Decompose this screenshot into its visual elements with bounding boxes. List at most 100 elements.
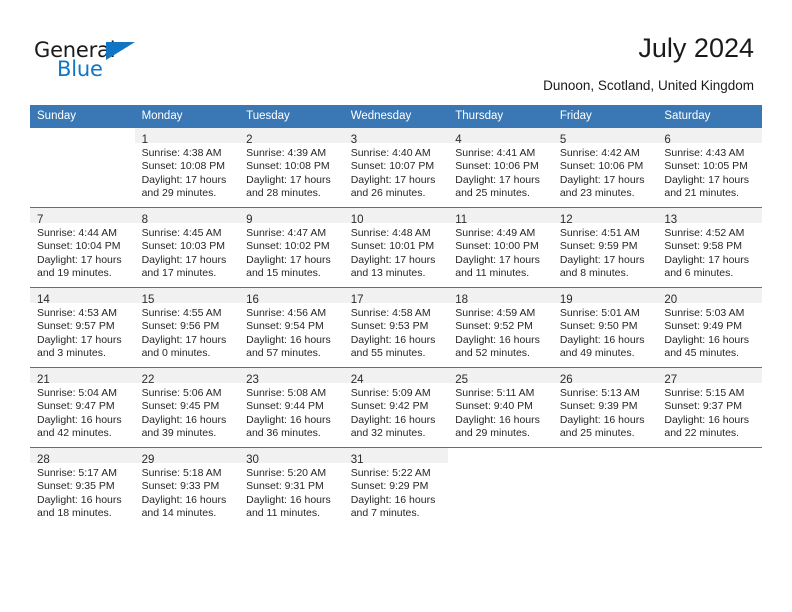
day-cell[interactable]: 14 Sunrise: 4:53 AM Sunset: 9:57 PM Dayl… [30, 287, 135, 368]
day-cell[interactable]: 4 Sunrise: 4:41 AM Sunset: 10:06 PM Dayl… [448, 127, 553, 208]
day-cell[interactable]: 13 Sunrise: 4:52 AM Sunset: 9:58 PM Dayl… [657, 207, 762, 288]
day-cell[interactable]: 17 Sunrise: 4:58 AM Sunset: 9:53 PM Dayl… [343, 287, 449, 368]
day-number: 27 [664, 374, 678, 386]
daylight-text-line1: Daylight: 16 hours [246, 413, 331, 426]
day-cell[interactable]: 1 Sunrise: 4:38 AM Sunset: 10:08 PM Dayl… [134, 127, 240, 208]
daylight-text-line2: and 42 minutes. [37, 427, 112, 440]
day-cell[interactable]: 3 Sunrise: 4:40 AM Sunset: 10:07 PM Dayl… [343, 127, 449, 208]
sunrise-text: Sunrise: 4:53 AM [37, 307, 117, 319]
daylight-text-line2: and 23 minutes. [559, 187, 635, 200]
day-cell[interactable]: 23 Sunrise: 5:08 AM Sunset: 9:44 PM Dayl… [239, 367, 344, 448]
sunset-text: Sunset: 9:33 PM [141, 480, 220, 493]
sunset-text: Sunset: 9:40 PM [455, 400, 533, 413]
calendar-week-row: 28 Sunrise: 5:17 AM Sunset: 9:35 PM Dayl… [30, 447, 762, 527]
sunrise-text: Sunrise: 4:39 AM [246, 147, 327, 159]
day-cell[interactable]: 8 Sunrise: 4:45 AM Sunset: 10:03 PM Dayl… [134, 207, 240, 288]
day-cell[interactable]: 31 Sunrise: 5:22 AM Sunset: 9:29 PM Dayl… [343, 447, 449, 527]
day-number: 21 [37, 374, 50, 386]
day-cell[interactable]: 29 Sunrise: 5:18 AM Sunset: 9:33 PM Dayl… [134, 447, 240, 527]
daylight-text-line1: Daylight: 16 hours [664, 413, 750, 426]
daylight-text-line1: Daylight: 17 hours [246, 253, 331, 266]
sunset-text: Sunset: 10:00 PM [455, 240, 539, 253]
day-cell[interactable]: 9 Sunrise: 4:47 AM Sunset: 10:02 PM Dayl… [239, 207, 344, 288]
day-cell[interactable]: 28 Sunrise: 5:17 AM Sunset: 9:35 PM Dayl… [30, 447, 135, 527]
day-cell[interactable]: 11 Sunrise: 4:49 AM Sunset: 10:00 PM Day… [448, 207, 553, 288]
sunrise-text: Sunrise: 4:55 AM [141, 307, 222, 319]
sunrise-text: Sunrise: 4:56 AM [246, 307, 327, 319]
day-cell[interactable]: 21 Sunrise: 5:04 AM Sunset: 9:47 PM Dayl… [30, 367, 135, 448]
sunrise-text: Sunrise: 4:38 AM [141, 147, 222, 159]
sunset-text: Sunset: 9:44 PM [246, 400, 324, 413]
sunrise-text: Sunrise: 5:13 AM [559, 387, 640, 399]
sunset-text: Sunset: 9:58 PM [664, 240, 743, 253]
daylight-text-line2: and 45 minutes. [664, 347, 740, 360]
sunset-text: Sunset: 10:06 PM [559, 160, 644, 173]
day-number: 2 [246, 134, 253, 146]
day-cell[interactable]: 12 Sunrise: 4:51 AM Sunset: 9:59 PM Dayl… [552, 207, 658, 288]
daylight-text-line1: Daylight: 17 hours [350, 253, 436, 266]
day-cell[interactable]: 2 Sunrise: 4:39 AM Sunset: 10:08 PM Dayl… [239, 127, 344, 208]
daylight-text-line2: and 28 minutes. [246, 187, 321, 200]
sunset-text: Sunset: 9:35 PM [37, 480, 115, 493]
sunset-text: Sunset: 10:04 PM [37, 240, 121, 253]
sunset-text: Sunset: 9:53 PM [350, 320, 429, 333]
calendar-week-row: 1 Sunrise: 4:38 AM Sunset: 10:08 PM Dayl… [30, 127, 762, 208]
day-cell[interactable]: 6 Sunrise: 4:43 AM Sunset: 10:05 PM Dayl… [657, 127, 762, 208]
day-number: 11 [455, 214, 468, 226]
day-number: 13 [664, 214, 678, 226]
day-cell[interactable]: 19 Sunrise: 5:01 AM Sunset: 9:50 PM Dayl… [552, 287, 658, 368]
day-number: 22 [141, 374, 155, 386]
day-cell[interactable]: 7 Sunrise: 4:44 AM Sunset: 10:04 PM Dayl… [30, 207, 135, 288]
day-cell[interactable]: 20 Sunrise: 5:03 AM Sunset: 9:49 PM Dayl… [657, 287, 762, 368]
daylight-text-line1: Daylight: 16 hours [141, 413, 227, 426]
daylight-text-line2: and 11 minutes. [246, 507, 321, 520]
day-cell[interactable]: 5 Sunrise: 4:42 AM Sunset: 10:06 PM Dayl… [552, 127, 658, 208]
sunrise-text: Sunrise: 4:41 AM [455, 147, 536, 159]
daylight-text-line1: Daylight: 17 hours [559, 253, 645, 266]
sunset-text: Sunset: 9:56 PM [141, 320, 220, 333]
daylight-text-line1: Daylight: 16 hours [350, 413, 436, 426]
day-number: 15 [141, 294, 155, 306]
day-number: 18 [455, 294, 469, 306]
sunset-text: Sunset: 10:05 PM [664, 160, 748, 173]
day-cell[interactable]: 24 Sunrise: 5:09 AM Sunset: 9:42 PM Dayl… [343, 367, 449, 448]
daylight-text-line2: and 17 minutes. [141, 267, 217, 280]
day-cell[interactable]: 22 Sunrise: 5:06 AM Sunset: 9:45 PM Dayl… [134, 367, 240, 448]
day-number: 14 [37, 294, 50, 306]
daylight-text-line2: and 57 minutes. [246, 347, 321, 360]
day-cell[interactable]: 25 Sunrise: 5:11 AM Sunset: 9:40 PM Dayl… [448, 367, 553, 448]
day-cell[interactable]: 10 Sunrise: 4:48 AM Sunset: 10:01 PM Day… [343, 207, 449, 288]
day-cell[interactable]: 27 Sunrise: 5:15 AM Sunset: 9:37 PM Dayl… [657, 367, 762, 448]
day-number: 19 [559, 294, 573, 306]
day-number: 12 [559, 214, 573, 226]
sunset-text: Sunset: 10:03 PM [141, 240, 226, 253]
day-cell[interactable]: 26 Sunrise: 5:13 AM Sunset: 9:39 PM Dayl… [552, 367, 658, 448]
daylight-text-line2: and 11 minutes. [455, 267, 530, 280]
logo-triangle-icon [106, 42, 135, 60]
calendar-week-row: 7 Sunrise: 4:44 AM Sunset: 10:04 PM Dayl… [30, 207, 762, 288]
day-number: 10 [350, 214, 364, 226]
daylight-text-line1: Daylight: 17 hours [37, 253, 122, 266]
sunrise-text: Sunrise: 5:15 AM [664, 387, 745, 399]
day-cell [657, 447, 762, 527]
day-cell[interactable]: 16 Sunrise: 4:56 AM Sunset: 9:54 PM Dayl… [239, 287, 344, 368]
day-cell[interactable]: 15 Sunrise: 4:55 AM Sunset: 9:56 PM Dayl… [134, 287, 240, 368]
daylight-text-line1: Daylight: 17 hours [141, 333, 227, 346]
daylight-text-line2: and 18 minutes. [37, 507, 112, 520]
daylight-text-line2: and 52 minutes. [455, 347, 530, 360]
daylight-text-line1: Daylight: 16 hours [559, 413, 645, 426]
sunset-text: Sunset: 9:39 PM [559, 400, 638, 413]
day-cell[interactable]: 18 Sunrise: 4:59 AM Sunset: 9:52 PM Dayl… [448, 287, 553, 368]
page-title: July 2024 [638, 33, 754, 63]
daylight-text-line1: Daylight: 17 hours [37, 333, 122, 346]
sunrise-text: Sunrise: 5:01 AM [559, 307, 640, 319]
sunset-text: Sunset: 9:31 PM [246, 480, 324, 493]
daylight-text-line1: Daylight: 17 hours [141, 173, 227, 186]
sunrise-text: Sunrise: 4:47 AM [246, 227, 327, 239]
weekday-header-friday: Friday [552, 105, 658, 128]
sunrise-text: Sunrise: 4:59 AM [455, 307, 536, 319]
sunrise-text: Sunrise: 4:43 AM [664, 147, 745, 159]
sunrise-text: Sunrise: 4:40 AM [350, 147, 431, 159]
day-cell[interactable]: 30 Sunrise: 5:20 AM Sunset: 9:31 PM Dayl… [239, 447, 344, 527]
day-number: 17 [350, 294, 364, 306]
